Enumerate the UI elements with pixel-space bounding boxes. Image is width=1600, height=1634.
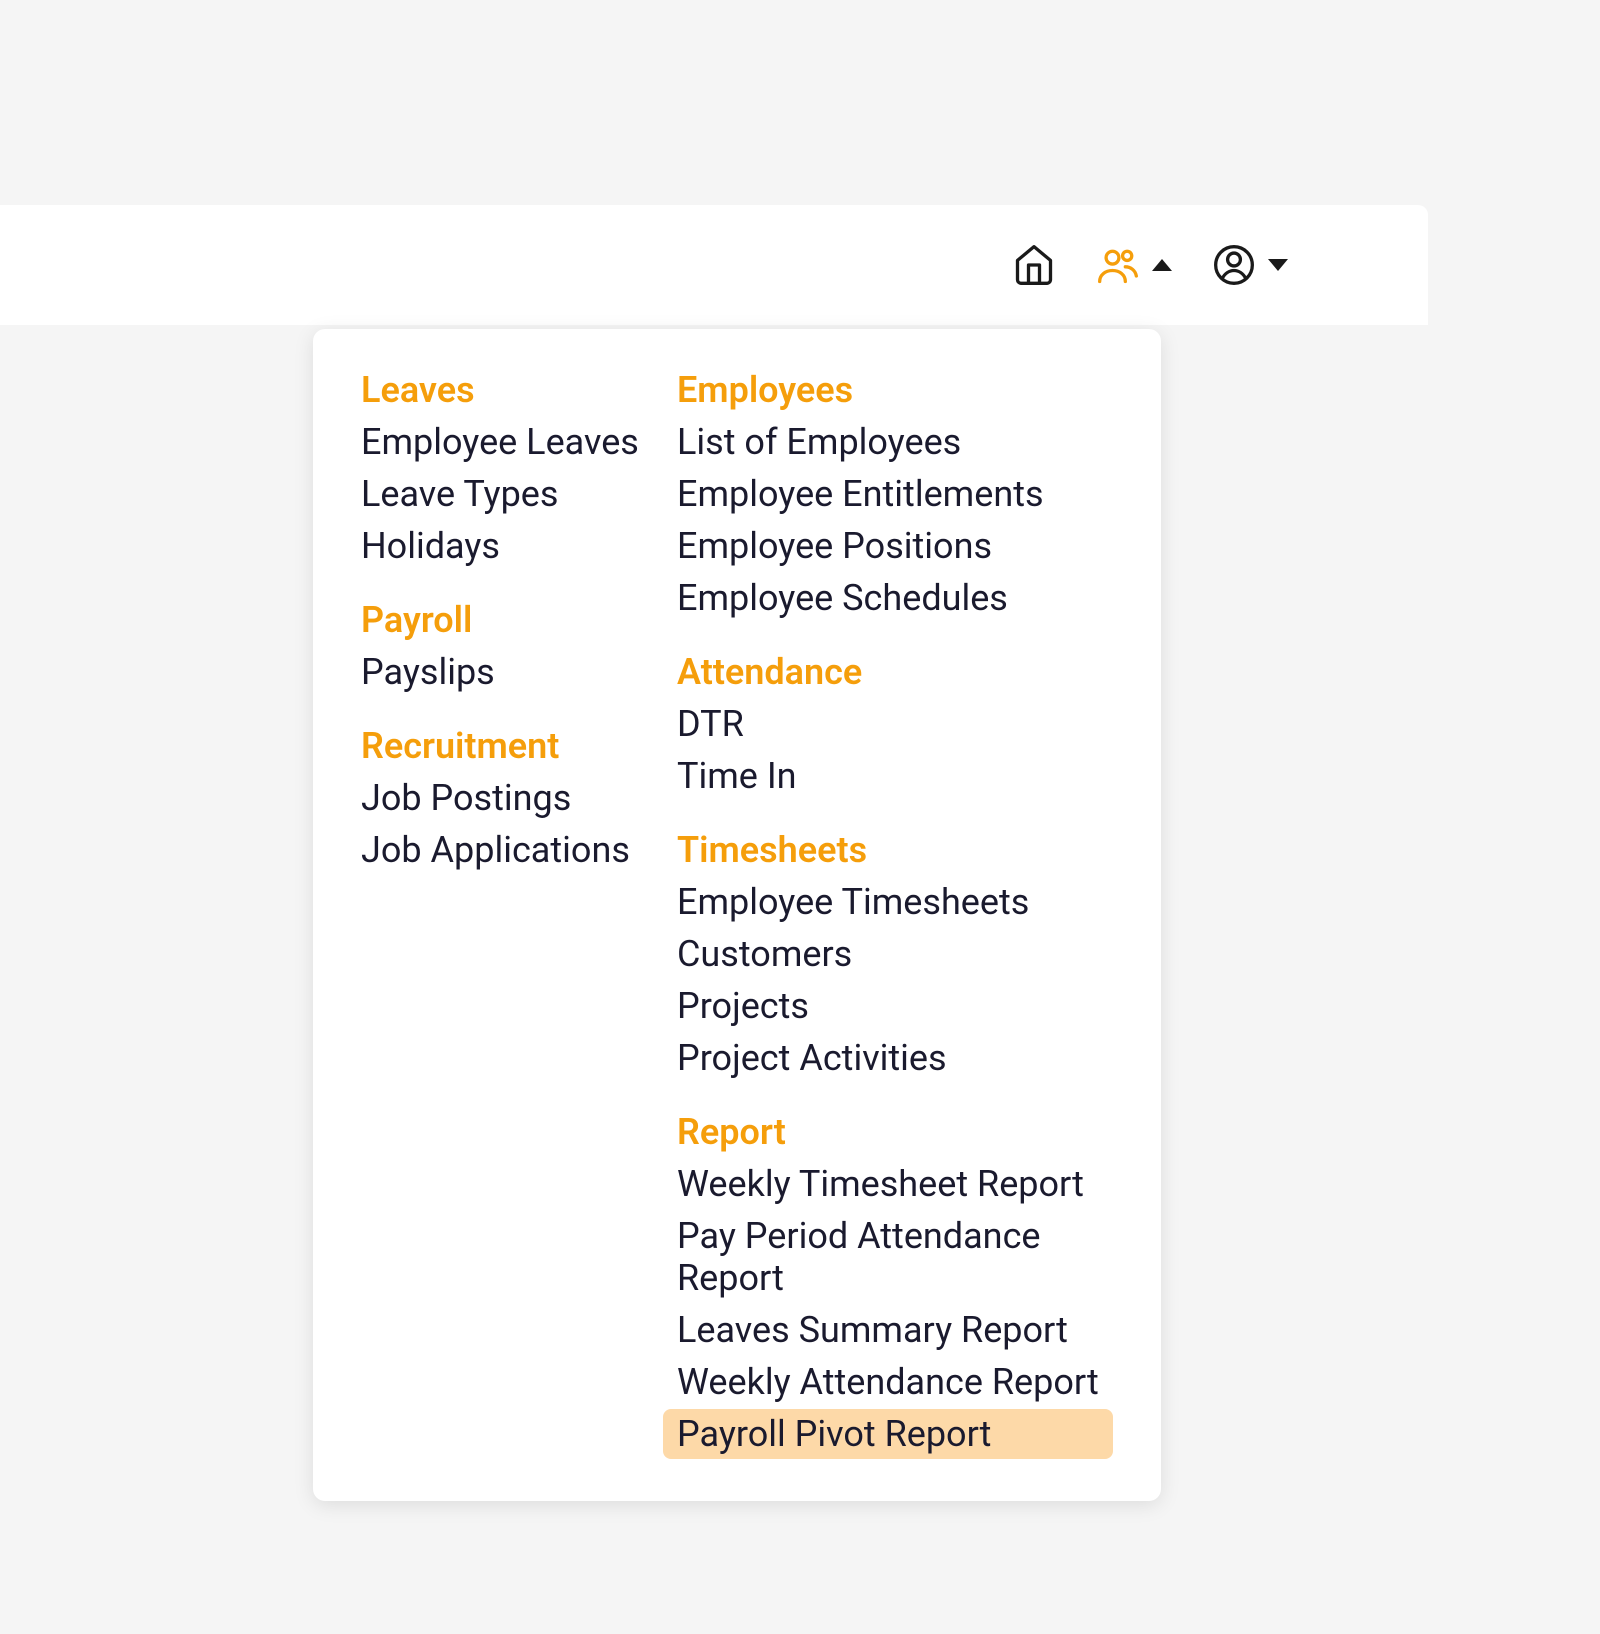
menu-header-leaves: Leaves [361, 369, 677, 411]
menu-item-payslips[interactable]: Payslips [361, 647, 677, 697]
caret-down-icon [1268, 259, 1288, 271]
menu-item-projects[interactable]: Projects [677, 981, 1113, 1031]
menu-section-employees: Employees List of Employees Employee Ent… [677, 369, 1113, 623]
menu-header-payroll: Payroll [361, 599, 677, 641]
menu-item-weekly-attendance-report[interactable]: Weekly Attendance Report [677, 1357, 1113, 1407]
menu-item-holidays[interactable]: Holidays [361, 521, 677, 571]
menu-section-report: Report Weekly Timesheet Report Pay Perio… [677, 1111, 1113, 1459]
caret-up-icon [1152, 259, 1172, 271]
menu-section-attendance: Attendance DTR Time In [677, 651, 1113, 801]
menu-header-recruitment: Recruitment [361, 725, 677, 767]
menu-item-employee-timesheets[interactable]: Employee Timesheets [677, 877, 1113, 927]
menu-item-employee-schedules[interactable]: Employee Schedules [677, 573, 1113, 623]
menu-section-recruitment: Recruitment Job Postings Job Application… [361, 725, 677, 875]
mega-menu: Leaves Employee Leaves Leave Types Holid… [313, 329, 1161, 1501]
top-bar [0, 205, 1428, 325]
menu-item-job-applications[interactable]: Job Applications [361, 825, 677, 875]
menu-item-employee-entitlements[interactable]: Employee Entitlements [677, 469, 1113, 519]
home-button[interactable] [1012, 243, 1056, 287]
menu-section-timesheets: Timesheets Employee Timesheets Customers… [677, 829, 1113, 1083]
menu-item-project-activities[interactable]: Project Activities [677, 1033, 1113, 1083]
menu-column-right: Employees List of Employees Employee Ent… [677, 369, 1113, 1461]
profile-menu-toggle[interactable] [1212, 243, 1288, 287]
menu-item-list-of-employees[interactable]: List of Employees [677, 417, 1113, 467]
menu-item-time-in[interactable]: Time In [677, 751, 1113, 801]
menu-header-attendance: Attendance [677, 651, 1113, 693]
menu-item-employee-leaves[interactable]: Employee Leaves [361, 417, 677, 467]
menu-column-left: Leaves Employee Leaves Leave Types Holid… [361, 369, 677, 1461]
menu-item-employee-positions[interactable]: Employee Positions [677, 521, 1113, 571]
people-menu-toggle[interactable] [1096, 243, 1172, 287]
menu-section-payroll: Payroll Payslips [361, 599, 677, 697]
menu-section-leaves: Leaves Employee Leaves Leave Types Holid… [361, 369, 677, 571]
menu-item-dtr[interactable]: DTR [677, 699, 1113, 749]
menu-header-timesheets: Timesheets [677, 829, 1113, 871]
menu-header-employees: Employees [677, 369, 1113, 411]
menu-item-job-postings[interactable]: Job Postings [361, 773, 677, 823]
people-icon [1096, 243, 1140, 287]
menu-item-weekly-timesheet-report[interactable]: Weekly Timesheet Report [677, 1159, 1113, 1209]
menu-item-pay-period-attendance-report[interactable]: Pay Period Attendance Report [677, 1211, 1113, 1303]
menu-item-leave-types[interactable]: Leave Types [361, 469, 677, 519]
menu-item-leaves-summary-report[interactable]: Leaves Summary Report [677, 1305, 1113, 1355]
menu-header-report: Report [677, 1111, 1113, 1153]
menu-item-customers[interactable]: Customers [677, 929, 1113, 979]
menu-item-payroll-pivot-report[interactable]: Payroll Pivot Report [663, 1409, 1113, 1459]
profile-icon [1212, 243, 1256, 287]
home-icon [1012, 243, 1056, 287]
